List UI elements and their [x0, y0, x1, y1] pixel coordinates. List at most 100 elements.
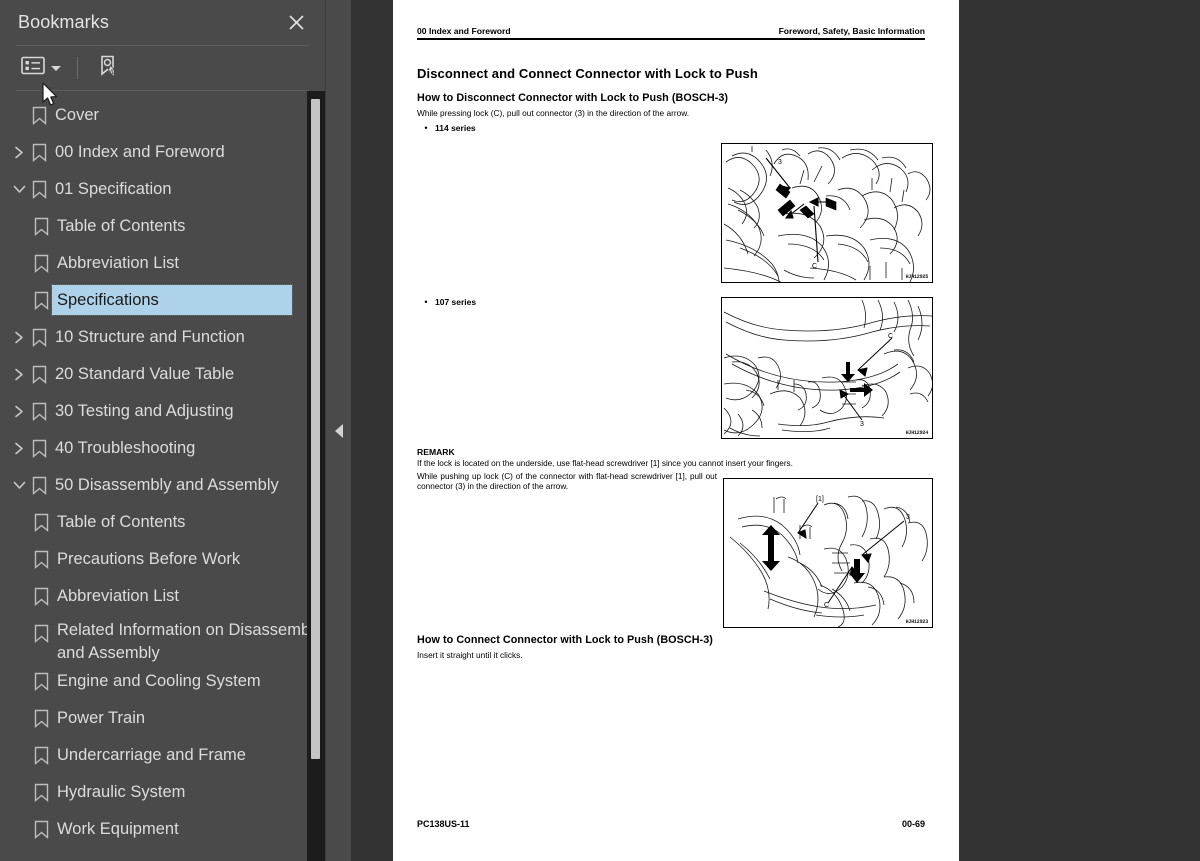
bookmark-item[interactable]: 30 Testing and Adjusting [0, 393, 325, 430]
section-heading-connect: How to Connect Connector with Lock to Pu… [417, 634, 713, 646]
bookmark-item[interactable]: Specifications [0, 282, 325, 319]
bookmark-icon [28, 171, 50, 208]
bookmark-icon [30, 615, 52, 652]
bookmark-item[interactable]: 10 Structure and Function [0, 319, 325, 356]
bookmark-tree[interactable]: Cover 00 Index and Foreword 01 Specificati… [0, 91, 325, 861]
panel-splitter[interactable] [325, 0, 351, 861]
bookmark-item-label: 50 Disassembly and Assembly [55, 476, 279, 494]
bullet-label: 107 series [435, 297, 477, 307]
chevron-right-icon[interactable] [4, 393, 28, 430]
header-right-text: Foreword, Safety, Basic Information [778, 26, 925, 36]
bookmark-item[interactable]: Abbreviation List [0, 245, 325, 282]
bookmark-item[interactable]: Cover [0, 97, 325, 134]
figure-code: HJH12924 [905, 430, 929, 436]
chevron-right-icon[interactable] [4, 811, 30, 848]
figure-114-series: 3 C HJH12925 [721, 143, 933, 283]
bookmark-icon [30, 504, 52, 541]
bookmark-item-label: Specifications [51, 284, 293, 316]
bookmark-item-label: Undercarriage and Frame [57, 746, 246, 764]
figure-107-series: C 3 HJH12924 [721, 297, 933, 439]
bookmark-item[interactable]: 40 Troubleshooting [0, 430, 325, 467]
bookmark-item-label: Table of Contents [57, 217, 186, 235]
bookmark-item-label: Engine and Cooling System [57, 672, 261, 690]
svg-text:3: 3 [906, 514, 910, 521]
bookmark-item[interactable]: Table of Contents [0, 504, 325, 541]
bookmark-tree-scrollbar[interactable] [307, 91, 325, 861]
find-bookmark-button[interactable] [93, 50, 123, 87]
bookmark-item[interactable]: Hydraulic System [0, 774, 325, 811]
svg-text:C: C [824, 602, 829, 609]
figure-code: HJH12923 [905, 619, 929, 625]
remark-line-2: While pushing up lock (C) of the connect… [417, 471, 717, 492]
bookmark-item[interactable]: Related Information on Disassembly and A… [0, 615, 325, 663]
bookmark-icon [28, 430, 50, 467]
bookmark-item-label: 00 Index and Foreword [55, 143, 225, 161]
bookmarks-panel-header: Bookmarks [0, 0, 325, 45]
bookmark-item[interactable]: 50 Disassembly and Assembly [0, 467, 325, 504]
bookmark-item[interactable]: Table of Contents [0, 208, 325, 245]
bookmark-icon [28, 319, 50, 356]
bookmark-item[interactable]: 20 Standard Value Table [0, 356, 325, 393]
bookmark-item-label: 40 Troubleshooting [55, 439, 196, 457]
chevron-right-icon[interactable] [4, 774, 30, 811]
bookmark-item-label: Precautions Before Work [57, 550, 241, 568]
scrollbar-thumb[interactable] [311, 99, 320, 759]
bookmark-item[interactable]: Undercarriage and Frame [0, 737, 325, 774]
bookmark-item[interactable]: Power Train [0, 700, 325, 737]
bookmark-icon [30, 282, 52, 319]
remark-title: REMARK [417, 447, 455, 457]
document-viewer[interactable]: 00 Index and Foreword Foreword, Safety, … [351, 0, 1200, 861]
chevron-right-icon[interactable] [4, 134, 28, 171]
chevron-right-icon[interactable] [4, 356, 28, 393]
list-item: • 114 series [417, 123, 925, 133]
chevron-right-icon[interactable] [4, 319, 28, 356]
bookmark-item-label: 10 Structure and Function [55, 328, 245, 346]
chevron-right-icon[interactable] [4, 430, 28, 467]
bookmark-item[interactable]: 00 Index and Foreword [0, 134, 325, 171]
pdf-viewer-window: Bookmarks Cover 00 Index and Foreword 01… [0, 0, 1200, 861]
bookmark-icon [30, 663, 52, 700]
remark-block: REMARK If the lock is located on the und… [417, 447, 793, 493]
panel-title: Bookmarks [18, 12, 109, 32]
bookmarks-panel: Bookmarks Cover 00 Index and Foreword 01… [0, 0, 325, 861]
chevron-down-icon[interactable] [4, 467, 28, 504]
bookmark-item-label: Table of Contents [57, 513, 186, 531]
bookmark-options-button[interactable] [18, 52, 64, 84]
bookmark-item-label: Abbreviation List [57, 254, 179, 272]
document-page: 00 Index and Foreword Foreword, Safety, … [393, 0, 959, 861]
bookmark-item[interactable]: Precautions Before Work [0, 541, 325, 578]
bullet-icon: • [424, 297, 428, 307]
bookmark-item[interactable]: 01 Specification [0, 171, 325, 208]
bookmark-item[interactable]: Work Equipment [0, 811, 325, 848]
chevron-down-icon [51, 65, 61, 71]
bookmark-item-label: Related Information on Disassembly and A… [57, 621, 323, 662]
page-footer: PC138US-11 00-69 [417, 819, 925, 829]
bookmark-icon [30, 700, 52, 737]
bookmarks-toolbar [0, 46, 325, 90]
bookmark-icon [28, 356, 50, 393]
bookmark-item[interactable]: Abbreviation List [0, 578, 325, 615]
svg-text:3: 3 [860, 421, 864, 428]
page-title: Disconnect and Connect Connector with Lo… [417, 66, 758, 81]
bookmark-item-label: Hydraulic System [57, 783, 186, 801]
bookmark-options-list-icon [21, 56, 45, 80]
chevron-right-icon[interactable] [4, 615, 30, 652]
bookmark-item-label: Work Equipment [57, 820, 179, 838]
bookmark-icon [30, 245, 52, 282]
bookmark-item-label: Cover [55, 106, 100, 124]
bookmark-item-label: 20 Standard Value Table [55, 365, 235, 383]
svg-text:[1]: [1] [816, 496, 824, 503]
collapse-panel-arrow-icon[interactable] [334, 423, 343, 438]
bookmark-icon [28, 393, 50, 430]
chevron-right-icon[interactable] [4, 663, 30, 700]
bookmark-icon [30, 578, 52, 615]
chevron-down-icon[interactable] [4, 171, 28, 208]
bookmark-item[interactable]: Engine and Cooling System [0, 663, 325, 700]
chevron-right-icon[interactable] [4, 737, 30, 774]
chevron-right-icon[interactable] [4, 282, 30, 319]
close-icon[interactable] [283, 10, 309, 36]
chevron-right-icon[interactable] [4, 700, 30, 737]
